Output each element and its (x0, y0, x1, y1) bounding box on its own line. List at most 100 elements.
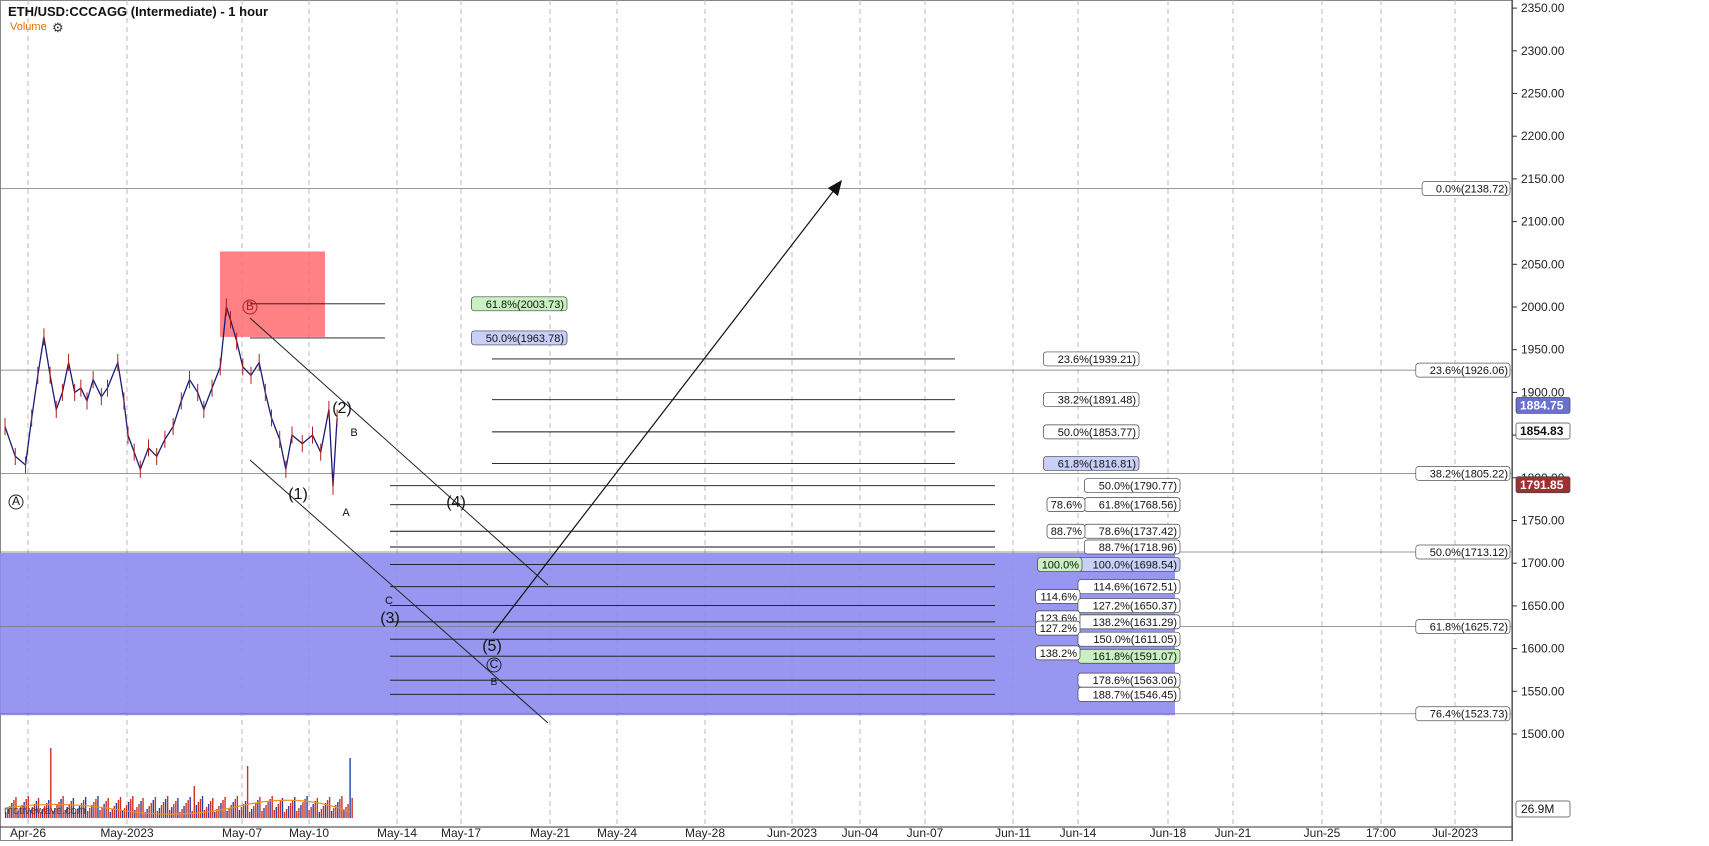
gear-icon[interactable]: ⚙ (52, 20, 64, 36)
volume-bar (232, 802, 234, 818)
volume-bar (240, 807, 243, 818)
y-tick-label: 2100.00 (1521, 215, 1565, 229)
fib-label: 161.8%(1591.07) (1093, 651, 1177, 663)
wave-label: (2) (332, 400, 352, 417)
retracement-label: 0.0%(2138.72) (1436, 184, 1508, 196)
x-tick-label: Jun-04 (842, 826, 879, 840)
volume-bar (285, 809, 288, 818)
volume-bar (265, 805, 267, 818)
volume-bar (255, 803, 257, 818)
resistance-zone-red (220, 251, 325, 337)
volume-bar (318, 812, 321, 818)
x-tick-label: May-24 (597, 826, 637, 840)
x-tick-label: Jun-07 (907, 826, 944, 840)
volume-bar (341, 796, 343, 818)
x-tick-label: May-21 (530, 826, 570, 840)
x-tick-label: May-10 (289, 826, 329, 840)
volume-bar (300, 805, 302, 818)
fib-label: 61.8%(1768.56) (1099, 500, 1177, 512)
volume-bar (263, 808, 265, 818)
volume-bar (302, 802, 304, 818)
volume-bar (230, 805, 232, 818)
wave-label: A (342, 507, 350, 519)
volume-bar (115, 803, 118, 818)
retracement-label: 38.2%(1805.22) (1430, 468, 1508, 480)
volume-bar (251, 809, 253, 818)
volume-bar (89, 808, 91, 818)
volume-bar (248, 812, 251, 818)
volume-bar (95, 799, 97, 818)
fib-label: 61.8%(2003.73) (486, 299, 564, 311)
volume-bar (322, 806, 325, 818)
volume-bar (128, 802, 130, 818)
volume-bar (218, 806, 220, 818)
y-tick-label: 1600.00 (1521, 642, 1565, 656)
y-tick-label: 2200.00 (1521, 129, 1565, 143)
fib-label: 78.6%(1737.42) (1099, 526, 1177, 538)
volume-bar (148, 806, 150, 818)
wave-label: C (385, 595, 393, 607)
volume-bar (253, 806, 255, 818)
chart-title: ETH/USD:CCCAGG (Intermediate) - 1 hour (8, 4, 269, 19)
volume-bar (134, 810, 136, 818)
x-tick-label: Jun-21 (1215, 826, 1252, 840)
volume-bar (177, 798, 179, 818)
fib-label: 38.2%(1891.48) (1058, 395, 1136, 407)
fib-label: 138.2%(1631.29) (1093, 617, 1177, 629)
volume-bar (212, 798, 214, 818)
volume-bar (87, 811, 89, 818)
volume-bar (351, 798, 353, 818)
x-tick-label: May-17 (441, 826, 481, 840)
volume-bar (324, 803, 327, 818)
volume-bar (130, 799, 132, 818)
volume-bar (277, 804, 280, 818)
volume-bar (210, 801, 212, 818)
y-tick-label: 2150.00 (1521, 172, 1565, 186)
volume-bar (298, 808, 300, 818)
y-tick-label: 1650.00 (1521, 599, 1565, 613)
fib-label: 150.0%(1611.05) (1093, 634, 1177, 646)
volume-bar (123, 808, 126, 818)
fib-label: 61.8%(1816.81) (1058, 458, 1136, 470)
volume-indicator-label[interactable]: Volume (10, 21, 47, 33)
volume-bar (308, 810, 310, 818)
projection-arrowhead (828, 180, 842, 196)
retracement-label: 61.8%(1625.72) (1430, 622, 1508, 634)
volume-bar (152, 800, 154, 818)
volume-bar (164, 799, 167, 818)
volume-bar (91, 805, 93, 818)
y-tick-label: 1700.00 (1521, 556, 1565, 570)
volume-bar (287, 806, 290, 818)
price-chart[interactable]: Apr-26 May-2023 May-07 May-10 May-14 May-17 Ma… (0, 0, 1709, 841)
fib-label: 188.7%(1546.45) (1093, 689, 1177, 701)
fib-label: 100.0% (1042, 559, 1080, 571)
x-tick-label: Jun-25 (1304, 826, 1341, 840)
volume-bar (185, 803, 187, 818)
y-tick-label: 1950.00 (1521, 343, 1565, 357)
y-tick-label: 2050.00 (1521, 257, 1565, 271)
chart-area[interactable]: Apr-26 May-2023 May-07 May-10 May-14 May-17 Ma… (0, 0, 1709, 841)
volume-bar (197, 802, 200, 818)
volume-bar (343, 810, 345, 818)
fib-label: 127.2% (1040, 623, 1078, 635)
price-tag-label: 1854.83 (1520, 424, 1564, 438)
volume-bar (296, 811, 298, 818)
volume-bar (142, 798, 144, 818)
y-tick-label: 2000.00 (1521, 300, 1565, 314)
volume-bar (138, 804, 140, 818)
x-tick-label: Apr-26 (10, 826, 46, 840)
volume-bar (271, 796, 273, 818)
volume-bar (158, 808, 161, 818)
volume-bar (228, 808, 230, 818)
volume-bar (113, 806, 116, 818)
volume-bar (330, 811, 333, 818)
volume-bar (326, 800, 329, 818)
volume-bar (154, 797, 157, 818)
volume-bar (132, 796, 134, 818)
volume-bar (203, 810, 206, 818)
target-zone-blue (0, 552, 1175, 716)
volume-bar (275, 807, 277, 818)
x-tick-label: May-2023 (100, 826, 154, 840)
volume-bar (201, 796, 204, 818)
volume-bar (150, 803, 152, 818)
